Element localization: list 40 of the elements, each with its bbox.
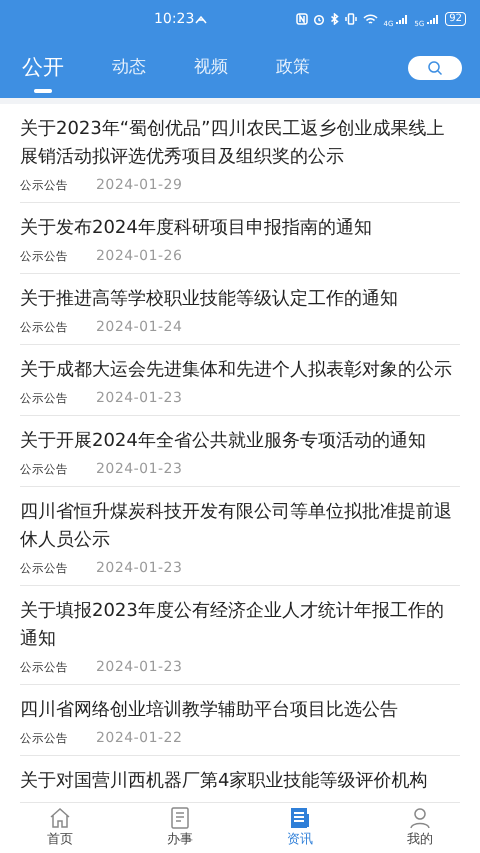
category-label: 公示公告 xyxy=(20,319,68,336)
bluetooth-icon xyxy=(330,13,340,25)
category-label: 公示公告 xyxy=(20,659,68,676)
article-title[interactable]: 四川省恒升煤炭科技开发有限公司等单位拟批准提前退休人员公示 xyxy=(20,498,460,554)
search-icon xyxy=(427,60,443,76)
date-text: 2024-01-22 xyxy=(96,729,182,748)
category-label: 公示公告 xyxy=(20,461,68,478)
date-text: 2024-01-23 xyxy=(96,658,182,677)
date-text: 2024-01-23 xyxy=(96,389,182,408)
category-label: 公示公告 xyxy=(20,248,68,265)
article-title[interactable]: 关于开展2024年全省公共就业服务专项活动的通知 xyxy=(20,427,460,455)
article-title[interactable]: 关于发布2024年度科研项目申报指南的通知 xyxy=(20,214,460,242)
article-title[interactable]: 四川省网络创业培训教学辅助平台项目比选公告 xyxy=(20,696,460,724)
date-text: 2024-01-23 xyxy=(96,460,182,479)
category-label: 公示公告 xyxy=(20,560,68,577)
vibrate-icon xyxy=(344,13,358,25)
category-label: 公示公告 xyxy=(20,177,68,194)
category-label: 公示公告 xyxy=(20,390,68,407)
nav-tab[interactable]: 首页 xyxy=(0,803,120,853)
date-text: 2024-01-29 xyxy=(96,176,182,195)
article-title[interactable]: 关于填报2023年度公有经济企业人才统计年报工作的通知 xyxy=(20,597,460,653)
article-title[interactable]: 关于2023年“蜀创优品”四川农民工返乡创业成果线上展销活动拟评选优秀项目及组织奖的公示 xyxy=(20,115,460,171)
alarm-icon xyxy=(313,13,326,25)
search-button[interactable] xyxy=(408,56,462,80)
nav-tab[interactable]: 办事 xyxy=(120,803,240,853)
date-text: 2024-01-26 xyxy=(96,247,182,266)
article-title[interactable]: 关于对国营川西机器厂第4家职业技能等级评价机构 xyxy=(20,767,460,795)
nfc-icon xyxy=(296,13,308,25)
signal-icon xyxy=(426,13,440,25)
article-title[interactable]: 关于成都大运会先进集体和先进个人拟表彰对象的公示 xyxy=(20,356,460,384)
date-text: 2024-01-24 xyxy=(96,318,182,337)
battery-level: 92 xyxy=(445,12,466,26)
wifi-icon xyxy=(363,13,378,25)
clock-time: 10:23 xyxy=(154,10,194,28)
nav-tab[interactable]: 资讯 xyxy=(240,803,360,853)
signal-icon xyxy=(395,13,410,25)
category-label: 公示公告 xyxy=(20,730,68,747)
article-title[interactable]: 关于推进高等学校职业技能等级认定工作的通知 xyxy=(20,285,460,313)
nav-tab[interactable]: 我的 xyxy=(360,803,480,853)
date-text: 2024-01-23 xyxy=(96,559,182,578)
